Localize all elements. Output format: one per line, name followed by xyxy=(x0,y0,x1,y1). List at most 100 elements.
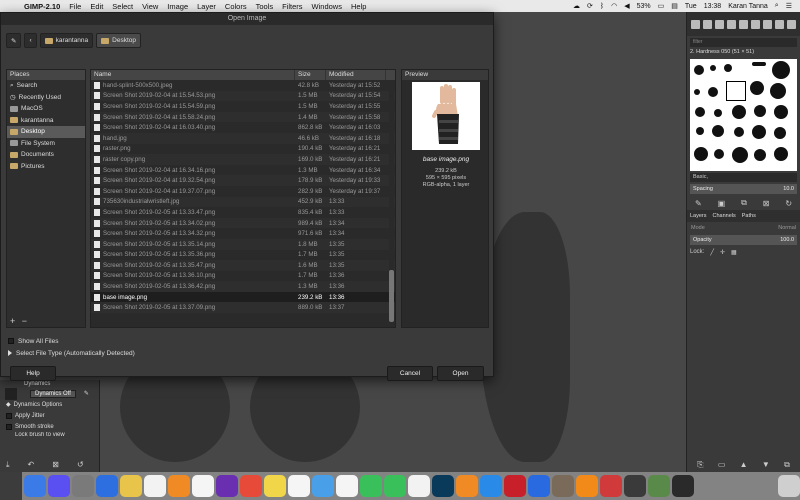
brush-grid[interactable] xyxy=(690,59,797,171)
file-row[interactable]: Screen Shot 2019-02-04 at 16.34.16.png 1.… xyxy=(91,165,395,176)
file-row[interactable]: Screen Shot 2019-02-05 at 13.35.14.png 1.… xyxy=(91,238,395,250)
menu-colors[interactable]: Colors xyxy=(225,2,247,11)
lock-alpha-icon[interactable]: ▦ xyxy=(731,249,737,256)
places-item-search[interactable]: ⌕ Search xyxy=(7,80,85,92)
messages-icon[interactable] xyxy=(360,475,382,497)
brush-preview[interactable] xyxy=(774,127,786,139)
reset-icon[interactable]: ↺ xyxy=(77,460,84,470)
places-item-documents[interactable]: Documents xyxy=(7,149,85,161)
brush-preview[interactable] xyxy=(696,127,704,135)
brush-preview[interactable] xyxy=(752,62,766,66)
lock-brush-row[interactable]: Lock brush to view xyxy=(0,432,99,438)
brush-preview[interactable] xyxy=(695,107,705,117)
calendar-icon[interactable] xyxy=(144,475,166,497)
brush-preview[interactable] xyxy=(712,125,724,137)
opacity-slider[interactable]: Opacity 100.0 xyxy=(690,235,797,245)
remove-bookmark-icon[interactable]: − xyxy=(22,316,27,326)
xcode-icon[interactable] xyxy=(96,475,118,497)
file-row[interactable]: base image.png 239.2 kB 13:36 xyxy=(91,291,395,303)
expander-arrow-icon[interactable] xyxy=(8,350,12,356)
brush-preview[interactable] xyxy=(774,105,788,119)
layer-group-icon[interactable]: ▭ xyxy=(718,460,726,470)
file-row[interactable]: Screen Shot 2019-02-05 at 13.33.47.png 83… xyxy=(91,207,395,218)
books-icon[interactable] xyxy=(168,475,190,497)
volume-icon[interactable]: ◀ xyxy=(624,2,629,10)
dynamics-select[interactable]: Dynamics Off xyxy=(30,389,76,398)
restore-preset-icon[interactable]: ↶ xyxy=(28,460,35,470)
smooth-stroke-row[interactable]: Smooth stroke xyxy=(0,421,99,432)
terminal-icon[interactable] xyxy=(672,475,694,497)
finder-icon[interactable] xyxy=(24,475,46,497)
help-button[interactable]: Help xyxy=(10,366,56,381)
history-tab-icon[interactable] xyxy=(751,19,760,29)
spacing-slider[interactable]: Spacing 10.0 xyxy=(690,184,797,194)
expander-icon[interactable]: ◆ xyxy=(6,401,11,408)
file-row[interactable]: Screen Shot 2019-02-04 at 15.54.59.png 1.… xyxy=(91,101,395,112)
brush-preview[interactable] xyxy=(732,105,746,119)
file-row[interactable]: hand.jpg 46.6 kB Yesterday at 16:18 xyxy=(91,132,395,144)
show-all-files-checkbox[interactable] xyxy=(8,338,14,344)
duplicate-layer-icon[interactable]: ⧉ xyxy=(784,460,790,470)
column-name[interactable]: Name xyxy=(91,70,295,80)
menu-filters[interactable]: Filters xyxy=(282,2,302,11)
acrobat-icon[interactable] xyxy=(504,475,526,497)
reminders-icon[interactable] xyxy=(192,475,214,497)
menu-layer[interactable]: Layer xyxy=(197,2,216,11)
delete-preset-icon[interactable]: ⊠ xyxy=(52,460,59,470)
file-row[interactable]: Screen Shot 2019-02-05 at 13.34.02.png 98… xyxy=(91,217,395,229)
scrobbler-icon[interactable] xyxy=(600,475,622,497)
archive-icon[interactable] xyxy=(552,475,574,497)
images-tab-icon[interactable] xyxy=(763,19,772,29)
preview-thumbnail[interactable] xyxy=(412,82,480,150)
type-location-button[interactable]: ✎ xyxy=(6,33,22,48)
file-list-scrollbar[interactable] xyxy=(389,80,394,327)
brush-preview[interactable] xyxy=(694,147,708,161)
raise-layer-icon[interactable]: ▲ xyxy=(740,460,748,470)
sourcetree-icon[interactable] xyxy=(528,475,550,497)
refresh-brushes-icon[interactable]: ↻ xyxy=(785,199,792,208)
brush-preview[interactable] xyxy=(752,125,766,139)
scrollbar-thumb[interactable] xyxy=(389,270,394,322)
places-item-home[interactable]: karantanna xyxy=(7,115,85,127)
itunes-icon[interactable] xyxy=(408,475,430,497)
menubar-clock[interactable]: 13:38 xyxy=(704,3,722,10)
menu-select[interactable]: Select xyxy=(112,2,133,11)
siri-icon[interactable] xyxy=(48,475,70,497)
places-item-recent[interactable]: ◷ Recently Used xyxy=(7,92,85,104)
brush-preview[interactable] xyxy=(694,89,700,95)
path-crumb-desktop[interactable]: Desktop xyxy=(96,33,142,48)
apply-jitter-row[interactable]: Apply Jitter xyxy=(0,410,99,421)
patterns-tab-icon[interactable] xyxy=(703,19,712,29)
menu-windows[interactable]: Windows xyxy=(312,2,342,11)
layers-list[interactable] xyxy=(690,260,797,430)
brush-preview[interactable] xyxy=(750,81,764,95)
appstore-icon[interactable] xyxy=(480,475,502,497)
new-brush-icon[interactable]: ▣ xyxy=(718,199,726,208)
imovie-icon[interactable] xyxy=(216,475,238,497)
menu-help[interactable]: Help xyxy=(351,2,366,11)
notes-icon[interactable] xyxy=(120,475,142,497)
brush-filter-input[interactable]: filter xyxy=(690,38,797,47)
textedit-icon[interactable] xyxy=(288,475,310,497)
notification-center-icon[interactable]: ☰ xyxy=(786,2,792,10)
brush-preview[interactable] xyxy=(734,127,744,137)
file-row[interactable]: Screen Shot 2019-02-04 at 16.03.40.png 86… xyxy=(91,122,395,133)
photos-icon[interactable] xyxy=(336,475,358,497)
cloud-icon[interactable]: ☁ xyxy=(573,2,580,10)
open-button[interactable]: Open xyxy=(437,366,484,381)
battery-percent[interactable]: 53% xyxy=(637,3,651,10)
lock-position-icon[interactable]: ✛ xyxy=(720,249,725,256)
file-row[interactable]: Screen Shot 2019-02-05 at 13.36.10.png 1.… xyxy=(91,271,395,282)
select-file-type-expander[interactable]: Select File Type (Automatically Detected… xyxy=(8,347,135,359)
menubar-user[interactable]: Karan Tanna xyxy=(728,3,768,10)
places-item-desktop[interactable]: Desktop xyxy=(7,126,85,138)
stickies-icon[interactable] xyxy=(264,475,286,497)
file-row[interactable]: Screen Shot 2019-02-04 at 19.32.54.png 17… xyxy=(91,175,395,186)
mobile-icon[interactable] xyxy=(648,475,670,497)
edit-brush-icon[interactable]: ✎ xyxy=(695,199,702,208)
brush-preview[interactable] xyxy=(710,65,716,71)
path-back-button[interactable]: ‹ xyxy=(24,33,37,48)
chrome-icon[interactable] xyxy=(240,475,262,497)
app-menu-gimp[interactable]: GIMP-2.10 xyxy=(24,2,60,11)
bluetooth-icon[interactable]: ᛒ xyxy=(600,3,604,10)
